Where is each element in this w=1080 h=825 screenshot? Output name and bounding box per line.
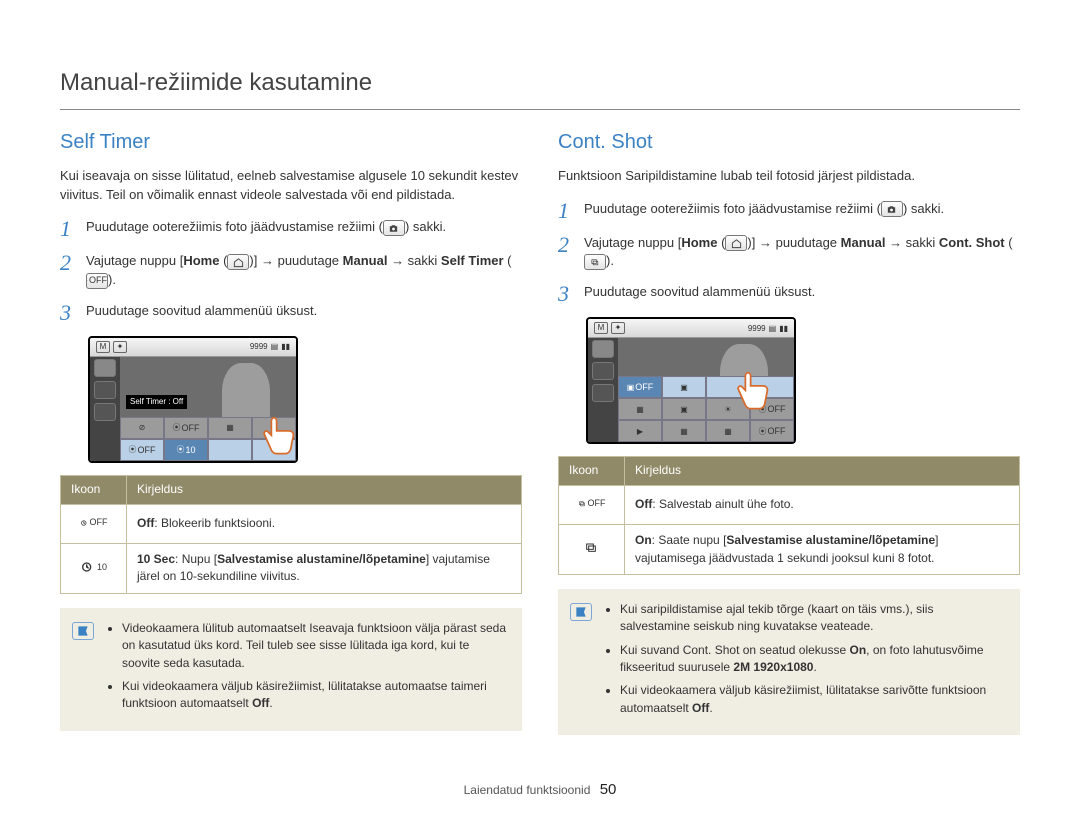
option-row-bottom: ▶▦▦⦿OFF [618, 420, 794, 442]
compass-icon: ✦ [611, 322, 625, 334]
col-desc: Kirjeldus [127, 476, 522, 504]
col-desc: Kirjeldus [625, 457, 1020, 485]
mode-icon: M [96, 341, 110, 353]
footer-section: Laiendatud funktsioonid [464, 783, 591, 797]
side-zoom-icon [94, 403, 116, 421]
side-play-icon [592, 362, 614, 380]
compass-icon: ✦ [113, 341, 127, 353]
step-text: Vajutage nuppu [Home ()] → puudutage Man… [86, 252, 522, 290]
section-self-timer: Self Timer Kui iseavaja on sisse lülitat… [60, 128, 522, 735]
home-icon [227, 254, 249, 270]
self-timer-intro: Kui iseavaja on sisse lülitatud, eelneb … [60, 167, 522, 205]
step-text: Puudutage soovitud alammenüü üksust. [584, 283, 1020, 302]
camera-icon [383, 220, 405, 236]
col-icon: Ikoon [559, 457, 625, 485]
table-row: OFF Off: Salvestab ainult ühe foto. [559, 485, 1020, 524]
cont-shot-step-1: 1 Puudutage ooterežiimis foto jäädvustam… [558, 200, 1020, 222]
step-text: Puudutage ooterežiimis foto jäädvustamis… [584, 200, 1020, 219]
step-number: 2 [60, 252, 76, 274]
mode-icon: M [594, 322, 608, 334]
note-icon [72, 622, 94, 640]
self-timer-step-3: 3 Puudutage soovitud alammenüü üksust. [60, 302, 522, 324]
note-item: Kui saripildistamise ajal tekib tõrge (k… [620, 601, 1004, 636]
camera-icon [881, 201, 903, 217]
cont-shot-screenshot: M✦ 9999 ▤ ▮▮ Cont. Shot : Off ▣OFF▣ ▦▣☀⦿… [586, 317, 796, 444]
self-timer-heading: Self Timer [60, 128, 522, 157]
step-number: 1 [558, 200, 574, 222]
timer-off-icon: OFF [86, 273, 108, 289]
table-row: On: Saate nupu [Salvestamise alustamine/… [559, 525, 1020, 575]
burst-off-icon: OFF [578, 493, 606, 515]
cont-shot-note: Kui saripildistamise ajal tekib tõrge (k… [558, 589, 1020, 735]
self-timer-step-1: 1 Puudutage ooterežiimis foto jäädvustam… [60, 218, 522, 240]
page-title: Manual-režiimide kasutamine [60, 66, 1020, 110]
shot-counter: 9999 [250, 341, 268, 353]
side-zoom-icon [592, 384, 614, 402]
note-item: Kui videokaamera väljub käsirežiimist, l… [620, 682, 1004, 717]
side-play-icon [94, 381, 116, 399]
col-icon: Ikoon [61, 476, 127, 504]
cont-shot-intro: Funktsioon Saripildistamine lubab teil f… [558, 167, 1020, 186]
step-text: Vajutage nuppu [Home ()] → puudutage Man… [584, 234, 1020, 272]
shot-counter: 9999 [748, 323, 766, 335]
timer-off-icon: OFF [80, 512, 108, 534]
self-timer-step-2: 2 Vajutage nuppu [Home ()] → puudutage M… [60, 252, 522, 290]
cont-shot-icon-table: IkoonKirjeldus OFF Off: Salvestab ainult… [558, 456, 1020, 575]
timer-10-icon: 10 [80, 556, 108, 578]
sd-icon: ▤ [271, 341, 279, 353]
burst-icon [584, 254, 606, 270]
battery-icon: ▮▮ [281, 341, 290, 353]
home-icon [725, 235, 747, 251]
page-footer: Laiendatud funktsioonid 50 [0, 779, 1080, 801]
step-number: 2 [558, 234, 574, 256]
section-cont-shot: Cont. Shot Funktsioon Saripildistamine l… [558, 128, 1020, 735]
screen-top-left-icons: M✦ [594, 322, 625, 334]
step-text: Puudutage ooterežiimis foto jäädvustamis… [86, 218, 522, 237]
touch-hand-icon [246, 409, 298, 463]
sd-icon: ▤ [769, 323, 777, 335]
cont-shot-step-3: 3 Puudutage soovitud alammenüü üksust. [558, 283, 1020, 305]
note-item: Kui suvand Cont. Shot on seatud olekusse… [620, 642, 1004, 677]
side-camera-icon [94, 359, 116, 377]
overlay-label: Self Timer : Off [126, 395, 187, 409]
burst-on-icon [578, 537, 606, 559]
self-timer-note: Videokaamera lülitub automaatselt Iseava… [60, 608, 522, 731]
touch-hand-icon [720, 364, 776, 420]
table-row: 10 10 Sec: Nupu [Salvestamise alustamine… [61, 543, 522, 593]
note-item: Kui videokaamera väljub käsirežiimist, l… [122, 678, 506, 713]
side-camera-icon [592, 340, 614, 358]
note-item: Videokaamera lülitub automaatselt Iseava… [122, 620, 506, 672]
cont-shot-step-2: 2 Vajutage nuppu [Home ()] → puudutage M… [558, 234, 1020, 272]
table-row: OFF Off: Blokeerib funktsiooni. [61, 504, 522, 543]
page-number: 50 [600, 781, 617, 798]
self-timer-screenshot: M✦ 9999 ▤ ▮▮ Self Timer : Off ⊘⦿OFF▦▣ ⦿O… [88, 336, 298, 463]
cont-shot-heading: Cont. Shot [558, 128, 1020, 157]
step-text: Puudutage soovitud alammenüü üksust. [86, 302, 522, 321]
screen-top-left-icons: M✦ [96, 341, 127, 353]
battery-icon: ▮▮ [779, 323, 788, 335]
step-number: 3 [558, 283, 574, 305]
step-number: 1 [60, 218, 76, 240]
note-icon [570, 603, 592, 621]
step-number: 3 [60, 302, 76, 324]
self-timer-icon-table: IkoonKirjeldus OFF Off: Blokeerib funkts… [60, 475, 522, 594]
